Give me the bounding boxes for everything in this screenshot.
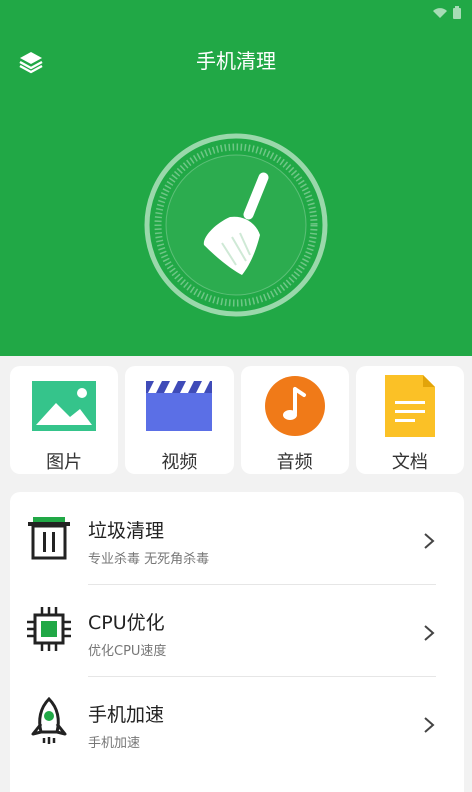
chevron-right-icon bbox=[424, 625, 435, 641]
cpu-chip-icon bbox=[27, 607, 71, 651]
page-title: 手机清理 bbox=[196, 49, 276, 73]
chevron-right-icon bbox=[424, 533, 435, 549]
category-audio[interactable]: 音频 bbox=[240, 366, 349, 474]
document-icon bbox=[384, 375, 435, 437]
wifi-icon bbox=[433, 8, 447, 18]
trash-can-icon bbox=[28, 517, 70, 560]
watermark-text: 一听下载 bbox=[350, 758, 439, 783]
clapperboard-icon bbox=[146, 381, 213, 431]
list-item-cpu-optimize[interactable]: CPU优化 优化CPU速度 bbox=[10, 584, 464, 676]
category-documents[interactable]: 文档 bbox=[355, 366, 464, 474]
battery-icon bbox=[453, 6, 461, 19]
category-grid: 图片 视频 音频 文档 bbox=[10, 366, 464, 474]
music-note-icon bbox=[264, 376, 325, 436]
rocket-icon bbox=[31, 696, 67, 744]
list-item-junk-clean[interactable]: 垃圾清理 专业杀毒 无死角杀毒 bbox=[10, 492, 464, 584]
feature-list: 垃圾清理 专业杀毒 无死角杀毒 CPU优化 优化CPU速度 手机加速 手机加速 bbox=[10, 492, 464, 792]
watermark-logo-icon bbox=[310, 751, 344, 785]
category-videos[interactable]: 视频 bbox=[125, 366, 234, 474]
chevron-right-icon bbox=[424, 717, 435, 733]
picture-icon bbox=[32, 381, 97, 431]
header-hero: 手机清理 bbox=[0, 0, 472, 356]
watermark: 一听下载 bbox=[310, 748, 466, 788]
category-pictures[interactable]: 图片 bbox=[10, 366, 119, 474]
clean-dial-button[interactable] bbox=[144, 133, 328, 317]
status-bar bbox=[432, 6, 462, 20]
